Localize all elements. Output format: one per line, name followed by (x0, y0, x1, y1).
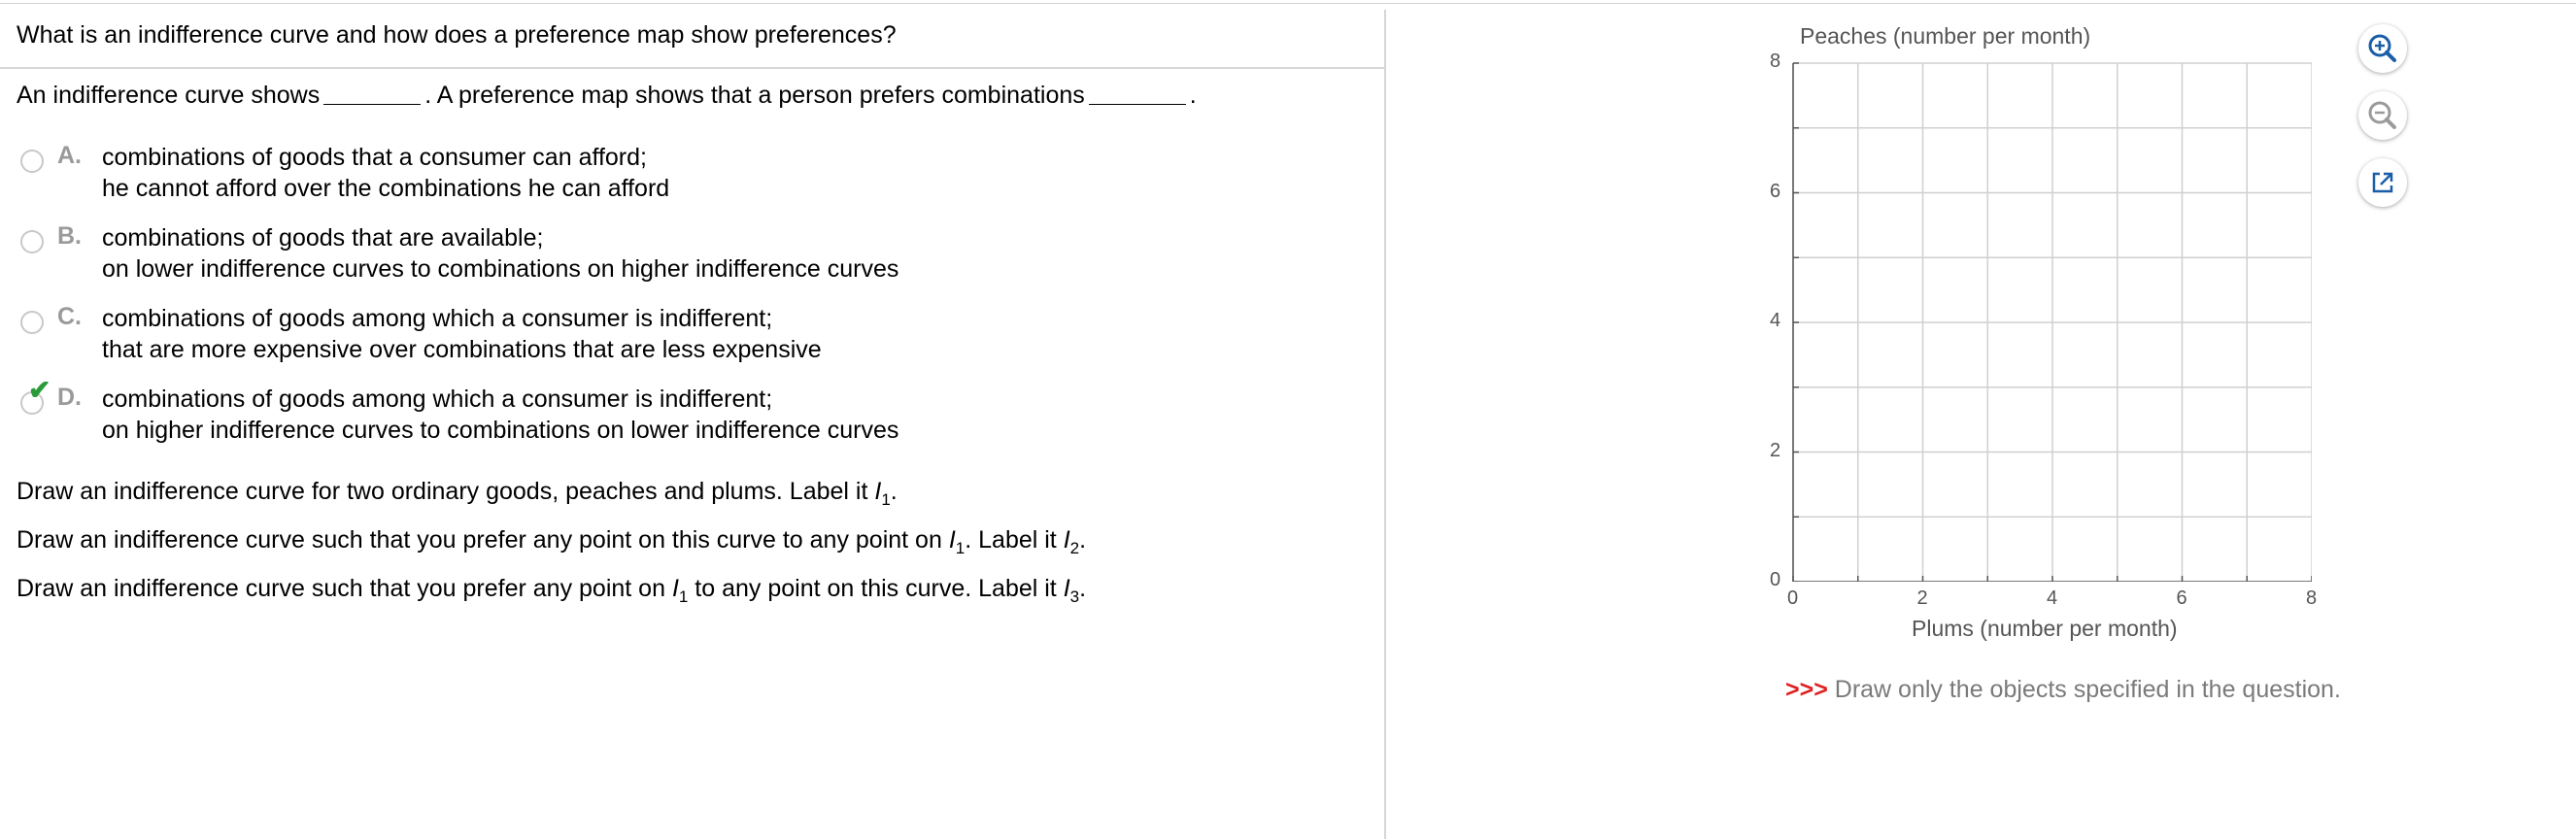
instruction-3-text: Draw an indifference curve such that you… (17, 575, 672, 602)
option-d-letter: D. (57, 384, 82, 411)
option-a-text: combinations of goods that a consumer ca… (102, 142, 669, 204)
note-arrows: >>> (1785, 676, 1828, 703)
option-d-text: combinations of goods among which a cons… (102, 384, 898, 446)
instruction-1: Draw an indifference curve for two ordin… (17, 478, 898, 510)
instruction-1-text: Draw an indifference curve for two ordin… (17, 478, 875, 505)
i2-var1: I (948, 526, 956, 554)
i3-sub2: 3 (1069, 587, 1080, 606)
y-tick-label: 2 (1770, 439, 1781, 461)
i2-sub2: 2 (1069, 539, 1080, 557)
i2-mid: . Label it (965, 526, 1064, 554)
x-tick-label: 4 (2047, 587, 2058, 609)
i3-end: . (1079, 575, 1087, 602)
option-d-line1: combinations of goods among which a cons… (102, 386, 773, 413)
note-text: Draw only the objects specified in the q… (1827, 676, 2341, 703)
i3-sub1: 1 (678, 587, 689, 606)
i2-sub1: 1 (955, 539, 966, 557)
expand-button[interactable] (2358, 158, 2407, 207)
correct-check-icon: ✔ (28, 375, 51, 405)
question-stem: An indifference curve shows . A preferenc… (17, 82, 1197, 110)
zoom-in-button[interactable] (2358, 24, 2407, 73)
option-c-radio[interactable] (20, 311, 44, 334)
stem-part1: An indifference curve shows (17, 82, 321, 109)
option-c-letter: C. (57, 303, 82, 330)
x-tick-label: 8 (2306, 587, 2318, 609)
option-b-letter: B. (57, 222, 82, 250)
x-tick-label: 0 (1787, 587, 1799, 609)
option-c-text: combinations of goods among which a cons… (102, 303, 822, 365)
stem-part2: . A preference map shows that a person p… (424, 82, 1085, 109)
instruction-2: Draw an indifference curve such that you… (17, 526, 1086, 558)
zoom-out-icon (2368, 101, 2396, 129)
i2-var2: I (1063, 526, 1070, 554)
i3-var1: I (671, 575, 679, 602)
option-a-radio[interactable] (20, 150, 44, 173)
top-border (0, 0, 2576, 4)
i2-end: . (1079, 526, 1087, 554)
i1-end: . (890, 478, 898, 505)
i3-var2: I (1063, 575, 1070, 602)
blank-1 (323, 84, 422, 105)
instruction-2-text: Draw an indifference curve such that you… (17, 526, 949, 554)
question-rule (0, 67, 1384, 69)
y-axis-label: Peaches (number per month) (1800, 23, 2091, 49)
x-tick-label: 2 (1916, 587, 1928, 609)
option-a-line1: combinations of goods that a consumer ca… (102, 144, 647, 171)
i3-mid: to any point on this curve. Label it (688, 575, 1064, 602)
option-a-line2: he cannot afford over the combinations h… (102, 175, 670, 202)
question-title: What is an indifference curve and how do… (17, 21, 897, 49)
x-tick-label: 6 (2176, 587, 2187, 609)
drawing-note: >>> Draw only the objects specified in t… (1785, 676, 2341, 704)
option-c-line1: combinations of goods among which a cons… (102, 305, 773, 332)
x-axis-label: Plums (number per month) (1912, 616, 2178, 641)
i1-sub: 1 (881, 490, 891, 509)
blank-2 (1088, 84, 1186, 105)
panel-divider (1384, 10, 1386, 839)
option-b-radio[interactable] (20, 230, 44, 253)
option-b-line1: combinations of goods that are available… (102, 224, 544, 252)
zoom-in-icon (2368, 34, 2396, 62)
option-a-letter: A. (57, 142, 82, 169)
option-d-line2: on higher indifference curves to combina… (102, 417, 899, 444)
zoom-out-button[interactable] (2358, 91, 2407, 140)
option-b-text: combinations of goods that are available… (102, 222, 898, 285)
y-tick-label: 0 (1770, 569, 1781, 590)
y-tick-label: 8 (1770, 50, 1781, 72)
open-external-icon (2372, 172, 2393, 193)
drawing-graph[interactable] (1789, 61, 2312, 582)
option-c-line2: that are more expensive over combination… (102, 336, 822, 363)
instruction-3: Draw an indifference curve such that you… (17, 575, 1086, 607)
stem-end: . (1189, 82, 1197, 109)
option-b-line2: on lower indifference curves to combinat… (102, 255, 899, 283)
y-tick-label: 6 (1770, 180, 1781, 202)
y-tick-label: 4 (1770, 310, 1781, 331)
